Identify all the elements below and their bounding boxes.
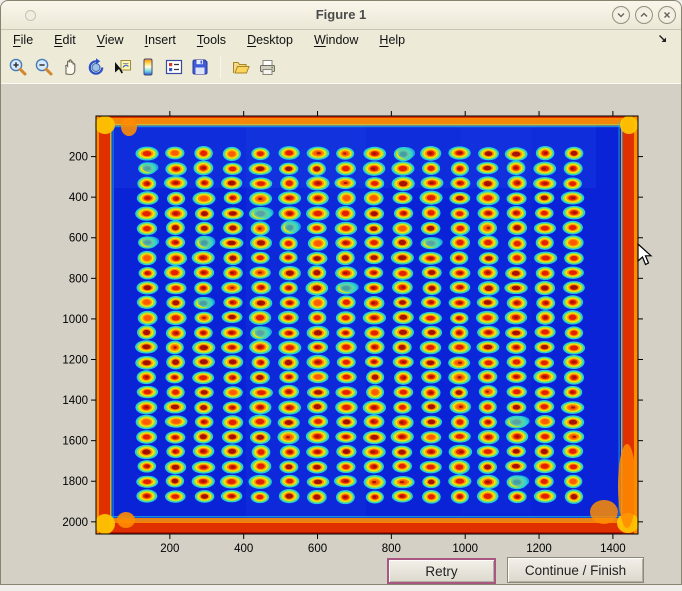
continue-finish-button[interactable]: Continue / Finish xyxy=(507,557,644,583)
figure-window: Figure 1 File Edit View Insert Tools Desktop W… xyxy=(0,0,682,585)
print-icon[interactable] xyxy=(255,55,279,79)
menu-tools[interactable]: Tools xyxy=(197,33,226,47)
zoom-in-icon[interactable] xyxy=(6,55,30,79)
svg-text:200: 200 xyxy=(160,543,179,555)
menu-window[interactable]: Window xyxy=(314,33,358,47)
svg-text:1800: 1800 xyxy=(62,476,88,488)
svg-text:400: 400 xyxy=(69,192,88,204)
chevron-up-icon xyxy=(638,9,650,21)
figure-toolbar xyxy=(1,50,681,84)
plate-image[interactable]: 200 400 600 800 1000 1200 1400 200 400 600 800 1000… xyxy=(1,85,682,585)
menu-insert[interactable]: Insert xyxy=(145,33,176,47)
menu-edit[interactable]: Edit xyxy=(54,33,76,47)
svg-text:800: 800 xyxy=(382,543,401,555)
svg-text:1600: 1600 xyxy=(62,436,88,448)
rotate-3d-icon[interactable] xyxy=(84,55,108,79)
svg-text:1400: 1400 xyxy=(600,543,626,555)
maximize-button[interactable] xyxy=(635,6,653,24)
zoom-out-icon[interactable] xyxy=(32,55,56,79)
svg-text:1200: 1200 xyxy=(62,354,88,366)
svg-text:1200: 1200 xyxy=(526,543,552,555)
open-icon[interactable] xyxy=(229,55,253,79)
insert-legend-icon[interactable] xyxy=(162,55,186,79)
svg-text:600: 600 xyxy=(69,233,88,245)
data-cursor-icon[interactable] xyxy=(110,55,134,79)
window-title: Figure 1 xyxy=(1,7,681,22)
menu-help[interactable]: Help xyxy=(379,33,405,47)
close-icon xyxy=(661,9,673,21)
svg-text:2000: 2000 xyxy=(62,517,88,529)
toolbar-separator xyxy=(220,56,221,78)
menu-view[interactable]: View xyxy=(97,33,124,47)
pan-icon[interactable] xyxy=(58,55,82,79)
shade-button[interactable] xyxy=(612,6,630,24)
window-controls xyxy=(612,6,676,24)
save-icon[interactable] xyxy=(188,55,212,79)
menu-desktop[interactable]: Desktop xyxy=(247,33,293,47)
svg-text:1400: 1400 xyxy=(62,395,88,407)
colorbar-icon[interactable] xyxy=(136,55,160,79)
svg-text:1000: 1000 xyxy=(452,543,478,555)
chevron-down-icon xyxy=(615,9,627,21)
menu-file[interactable]: File xyxy=(13,33,33,47)
figure-canvas: 200 400 600 800 1000 1200 1400 200 400 600 800 1000… xyxy=(1,85,682,585)
close-button[interactable] xyxy=(658,6,676,24)
menu-bar: File Edit View Insert Tools Desktop Window Help xyxy=(1,30,681,50)
svg-text:600: 600 xyxy=(308,543,327,555)
titlebar[interactable]: Figure 1 xyxy=(1,1,681,30)
svg-text:1000: 1000 xyxy=(62,314,88,326)
svg-text:400: 400 xyxy=(234,543,253,555)
undock-arrow-icon[interactable] xyxy=(657,33,669,48)
retry-button[interactable]: Retry xyxy=(387,558,496,584)
svg-text:200: 200 xyxy=(69,152,88,164)
svg-text:800: 800 xyxy=(69,273,88,285)
